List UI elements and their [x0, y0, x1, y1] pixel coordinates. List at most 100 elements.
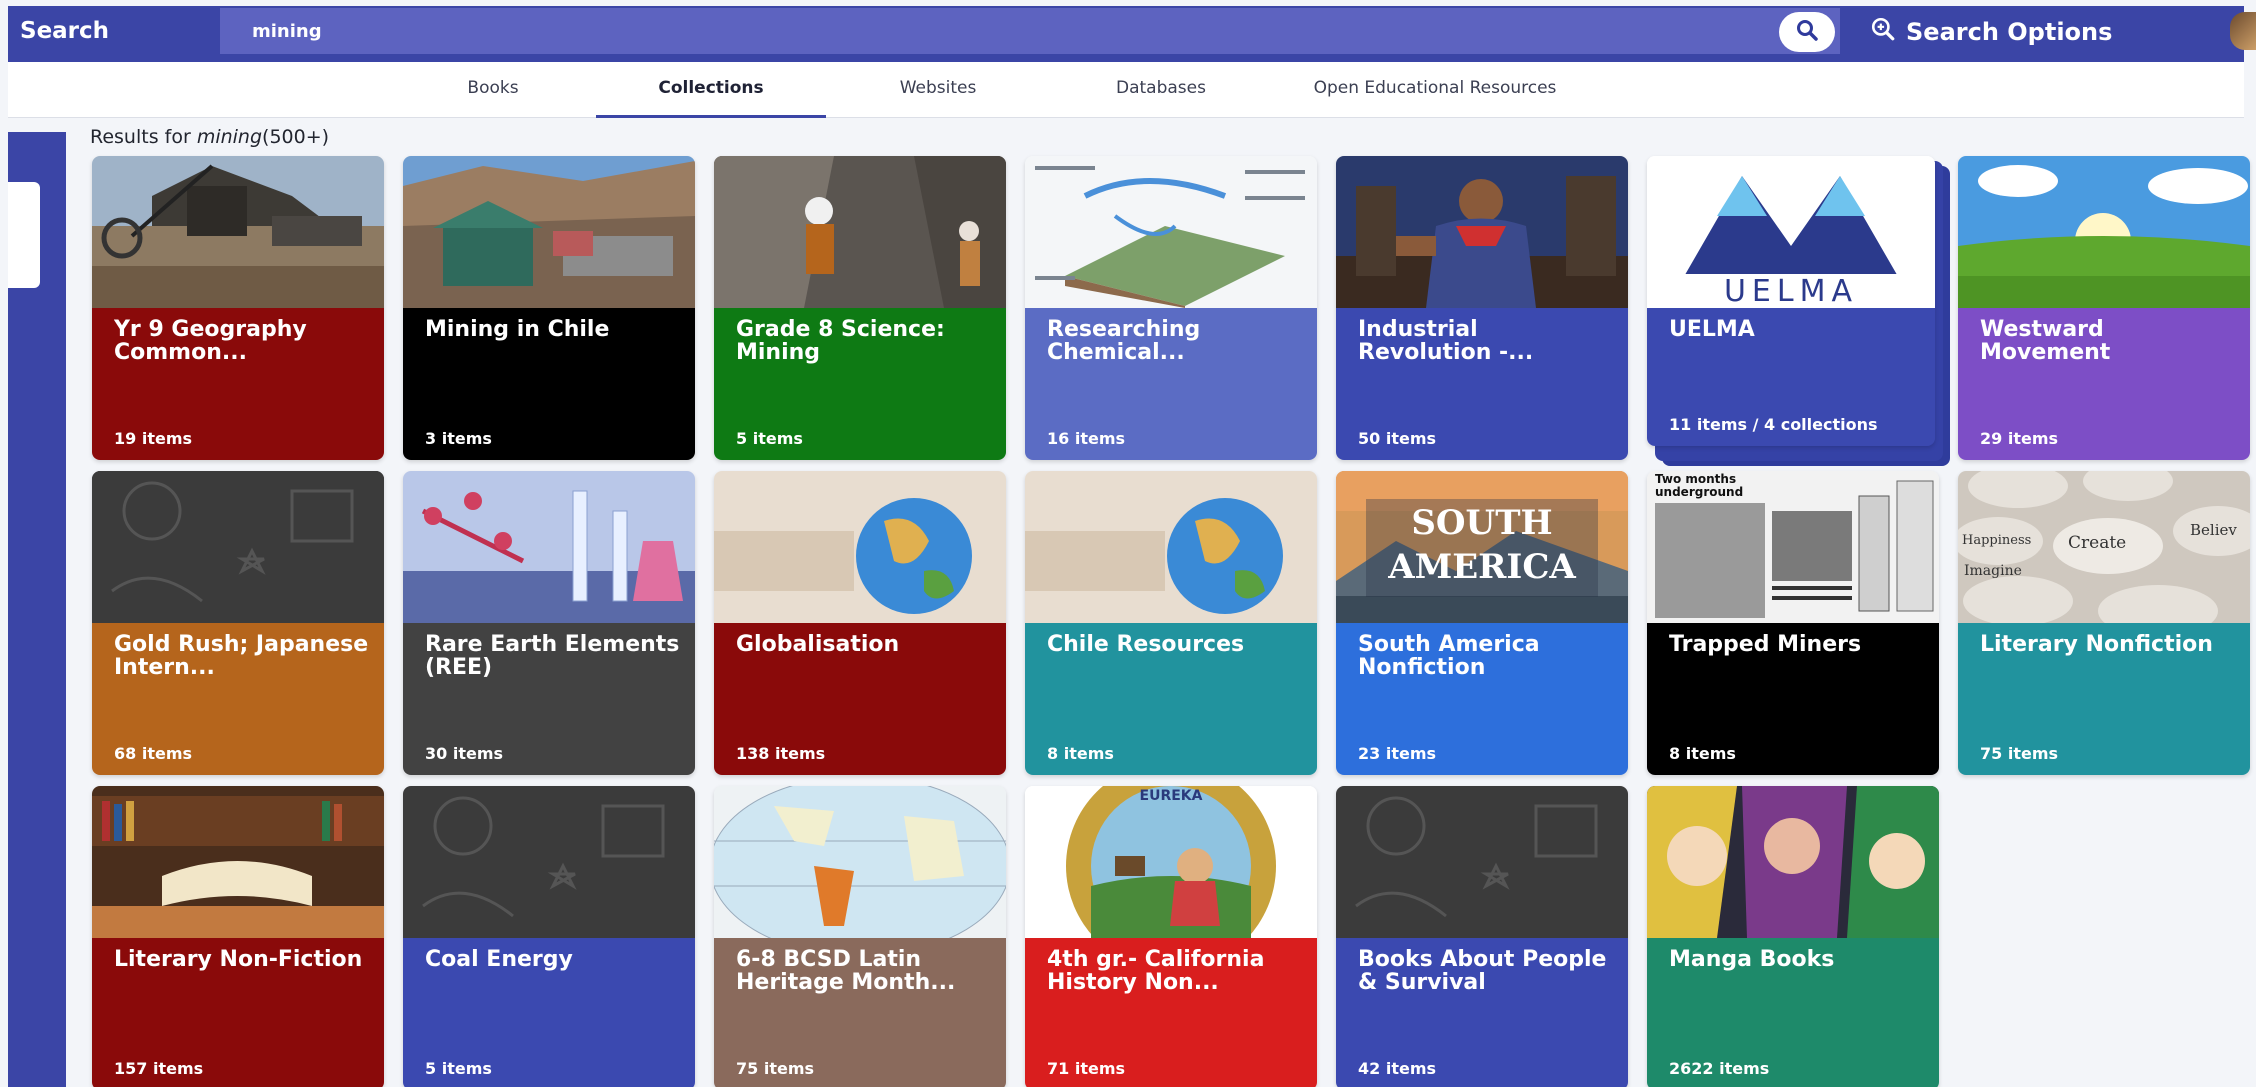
collection-card[interactable]: Researching Chemical... 16 items: [1025, 156, 1317, 460]
results-count: (500+): [262, 126, 330, 148]
collection-title: Yr 9 Geography Common...: [114, 318, 307, 364]
avatar[interactable]: [2230, 12, 2256, 50]
collection-item-count: 19 items: [114, 429, 193, 448]
collection-card[interactable]: Rare Earth Elements (REE) 30 items: [403, 471, 695, 775]
collection-thumbnail: [1958, 156, 2250, 308]
collection-title: 6-8 BCSD Latin Heritage Month...: [736, 948, 956, 994]
collection-panel: Rare Earth Elements (REE) 30 items: [403, 623, 695, 775]
collection-panel: Yr 9 Geography Common... 19 items: [92, 308, 384, 460]
collection-card[interactable]: Globalisation 138 items: [714, 471, 1006, 775]
tab-books[interactable]: Books: [428, 62, 558, 118]
thumbnail-text-line: AMERICA: [1388, 547, 1576, 587]
collection-card[interactable]: 6-8 BCSD Latin Heritage Month... 75 item…: [714, 786, 1006, 1087]
stone-text: Believ: [2190, 521, 2237, 539]
filter-panel-toggle[interactable]: [8, 182, 40, 288]
collection-title: Grade 8 Science: Mining: [736, 318, 945, 364]
collection-card[interactable]: Literary Non-Fiction 157 items: [92, 786, 384, 1087]
tab-collections[interactable]: Collections: [596, 62, 826, 118]
collection-panel: Industrial Revolution -... 50 items: [1336, 308, 1628, 460]
collection-title: Researching Chemical...: [1047, 318, 1201, 364]
tab-databases[interactable]: Databases: [1086, 62, 1236, 118]
collection-card[interactable]: Grade 8 Science: Mining 5 items: [714, 156, 1006, 460]
thumbnail-text: SOUTH AMERICA: [1336, 501, 1628, 589]
collection-card[interactable]: UELMA UELMA 11 items / 4 collections: [1647, 156, 1935, 446]
collection-thumbnail: [714, 471, 1006, 623]
collection-thumbnail: UELMA: [1647, 156, 1935, 308]
tab-open-educational-resources[interactable]: Open Educational Resources: [1290, 62, 1580, 118]
collection-item-count: 75 items: [736, 1059, 815, 1078]
collection-title: Mining in Chile: [425, 318, 610, 341]
collection-title: Westward Movement: [1980, 318, 2111, 364]
stone-text: Create: [2068, 533, 2127, 553]
collection-thumbnail: [1336, 786, 1628, 938]
collection-card[interactable]: Two months underground Trapped Miners 8 …: [1647, 471, 1939, 775]
collection-item-count: 5 items: [736, 429, 803, 448]
collection-card[interactable]: Chile Resources 8 items: [1025, 471, 1317, 775]
collection-title: South America Nonfiction: [1358, 633, 1540, 679]
collection-item-count: 42 items: [1358, 1059, 1437, 1078]
collection-card[interactable]: Coal Energy 5 items: [403, 786, 695, 1087]
collection-item-count: 71 items: [1047, 1059, 1126, 1078]
collection-card[interactable]: Books About People & Survival 42 items: [1336, 786, 1628, 1087]
seal-text: EUREKA: [1139, 788, 1203, 804]
collection-thumbnail: Two months underground: [1647, 471, 1939, 623]
results-prefix: Results for: [90, 126, 191, 148]
collection-panel: Books About People & Survival 42 items: [1336, 938, 1628, 1087]
stone-text: Happiness: [1962, 533, 2032, 548]
collection-item-count: 29 items: [1980, 429, 2059, 448]
search-button[interactable]: [1779, 12, 1835, 52]
search-label: Search: [20, 18, 110, 44]
collection-item-count: 11 items / 4 collections: [1669, 415, 1878, 434]
collection-item-count: 138 items: [736, 744, 826, 763]
collection-item-count: 3 items: [425, 429, 492, 448]
collection-card[interactable]: Industrial Revolution -... 50 items: [1336, 156, 1628, 460]
collection-thumbnail: [92, 786, 384, 938]
thumbnail-text: Two months underground: [1655, 472, 1744, 499]
collection-title: Trapped Miners: [1669, 633, 1862, 656]
collection-thumbnail: [1025, 156, 1317, 308]
collection-thumbnail: [1025, 471, 1317, 623]
collection-thumbnail: [92, 471, 384, 623]
collection-card[interactable]: Yr 9 Geography Common... 19 items: [92, 156, 384, 460]
collection-panel: Grade 8 Science: Mining 5 items: [714, 308, 1006, 460]
collection-title: Industrial Revolution -...: [1358, 318, 1534, 364]
collection-card[interactable]: Gold Rush; Japanese Intern... 68 items: [92, 471, 384, 775]
tabs-bar: Books Collections Websites Databases Ope…: [8, 62, 2244, 118]
collection-panel: Trapped Miners 8 items: [1647, 623, 1939, 775]
collection-card[interactable]: Create Imagine Happiness Believ Literary…: [1958, 471, 2250, 775]
results-term: mining: [196, 126, 263, 148]
collection-title: Rare Earth Elements (REE): [425, 633, 680, 679]
collection-panel: UELMA 11 items / 4 collections: [1647, 308, 1935, 446]
collection-thumbnail: EUREKA: [1025, 786, 1317, 938]
search-icon: [1795, 18, 1819, 46]
collection-card[interactable]: Westward Movement 29 items: [1958, 156, 2250, 460]
collection-card[interactable]: Manga Books 2622 items: [1647, 786, 1939, 1087]
collection-panel: Mining in Chile 3 items: [403, 308, 695, 460]
search-options-button[interactable]: Search Options: [1870, 6, 2112, 58]
stone-text: Imagine: [1964, 563, 2022, 579]
collection-panel: 4th gr.- California History Non... 71 it…: [1025, 938, 1317, 1087]
collection-panel: Literary Nonfiction 75 items: [1958, 623, 2250, 775]
collection-title: Globalisation: [736, 633, 900, 656]
collection-thumbnail: [403, 786, 695, 938]
collection-card[interactable]: SOUTH AMERICA South America Nonfiction 2…: [1336, 471, 1628, 775]
search-input[interactable]: [220, 8, 1840, 54]
collection-thumbnail: SOUTH AMERICA: [1336, 471, 1628, 623]
collection-panel: Coal Energy 5 items: [403, 938, 695, 1087]
collection-thumbnail: [92, 156, 384, 308]
collection-item-count: 16 items: [1047, 429, 1126, 448]
tab-websites[interactable]: Websites: [868, 62, 1008, 118]
collection-panel: Westward Movement 29 items: [1958, 308, 2250, 460]
collection-title: Literary Nonfiction: [1980, 633, 2213, 656]
collection-panel: Manga Books 2622 items: [1647, 938, 1939, 1087]
collection-card[interactable]: EUREKA 4th gr.- California History Non..…: [1025, 786, 1317, 1087]
collection-thumbnail: [403, 156, 695, 308]
results-area: Results for mining(500+) Yr 9 Geography …: [66, 118, 2250, 1087]
collection-card[interactable]: Mining in Chile 3 items: [403, 156, 695, 460]
collection-item-count: 75 items: [1980, 744, 2059, 763]
collection-title: Coal Energy: [425, 948, 573, 971]
collection-panel: South America Nonfiction 23 items: [1336, 623, 1628, 775]
collection-item-count: 50 items: [1358, 429, 1437, 448]
collection-title: Chile Resources: [1047, 633, 1245, 656]
collection-title: UELMA: [1669, 318, 1755, 341]
